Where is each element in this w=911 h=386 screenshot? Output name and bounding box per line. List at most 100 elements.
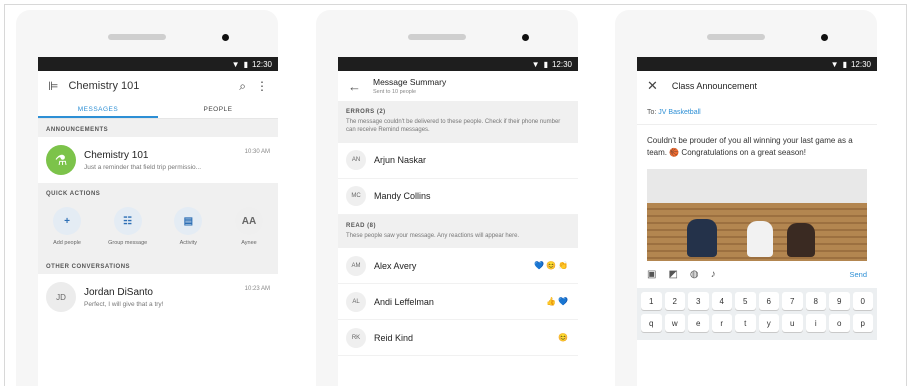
photo-person [787, 223, 815, 257]
key[interactable]: q [641, 314, 662, 332]
more-icon[interactable]: ⋮ [256, 79, 268, 93]
announcement-item[interactable]: ⚗ Chemistry 101 Just a reminder that fie… [38, 137, 278, 183]
page-title: Message Summary [373, 77, 447, 87]
key[interactable]: 6 [758, 292, 779, 310]
key[interactable]: 1 [641, 292, 662, 310]
back-arrow-icon[interactable]: ← [348, 79, 361, 94]
send-button[interactable]: Send [849, 270, 867, 279]
key[interactable]: 3 [688, 292, 709, 310]
recipient-field[interactable]: To: JV Basketball [637, 101, 877, 125]
quick-action-add-people[interactable]: + Add people [44, 207, 90, 246]
key[interactable]: 2 [664, 292, 685, 310]
conversation-time: 10:23 AM [244, 286, 270, 292]
phone-message-summary: ▼ ▮ 12:30 ← Message Summary Sent to 10 p… [316, 10, 578, 386]
search-icon[interactable]: ⌕ [239, 79, 246, 94]
reactions: 👍💙 [546, 297, 570, 307]
app-bar: ← Message Summary Sent to 10 people [338, 71, 578, 101]
conversation-name: Jordan DiSanto [84, 286, 153, 298]
status-time: 12:30 [551, 59, 572, 69]
key[interactable]: 4 [711, 292, 732, 310]
key[interactable]: r [711, 314, 732, 332]
image-icon[interactable]: ▣ [647, 269, 656, 280]
conversation-item[interactable]: JD Jordan DiSanto Perfect, I will give t… [38, 274, 278, 320]
announcements-header: ANNOUNCEMENTS [38, 119, 278, 137]
wifi-icon: ▼ [830, 59, 839, 69]
quick-action-label: Group message [108, 240, 148, 246]
tab-bar: MESSAGES PEOPLE [38, 101, 278, 119]
photo-person [747, 221, 773, 257]
conversation-preview: Just a reminder that field trip permissi… [84, 163, 202, 171]
key[interactable]: e [688, 314, 709, 332]
person-name: Andi Leffelman [374, 296, 434, 307]
person-row[interactable]: RK Reid Kind 😊 [338, 320, 578, 357]
status-bar: ▼ ▮ 12:30 [637, 57, 877, 71]
status-bar: ▼ ▮ 12:30 [38, 57, 278, 71]
photo-person [687, 219, 717, 257]
key[interactable]: i [805, 314, 826, 332]
status-bar: ▼ ▮ 12:30 [338, 57, 578, 71]
key[interactable]: t [735, 314, 756, 332]
attached-photo[interactable] [647, 169, 867, 261]
person-row[interactable]: AL Andi Leffelman 👍💙 [338, 284, 578, 321]
person-row[interactable]: AM Alex Avery 💙😊👏 [338, 248, 578, 285]
person-row[interactable]: MC Mandy Collins [338, 178, 578, 215]
wifi-icon: ▼ [531, 59, 540, 69]
battery-icon: ▮ [842, 59, 847, 69]
battery-icon: ▮ [243, 59, 248, 69]
key[interactable]: 8 [805, 292, 826, 310]
avatar: RK [346, 327, 366, 348]
compose-toolbar: ▣ ◩ ◍ ♪ Send [637, 261, 877, 288]
person-row[interactable]: AN Arjun Naskar [338, 142, 578, 179]
errors-description: The message couldn't be delivered to the… [346, 119, 561, 134]
battery-icon: ▮ [543, 59, 548, 69]
add-person-icon: + [53, 207, 81, 235]
initials-avatar: AA [234, 207, 263, 235]
conversation-time: 10:30 AM [244, 149, 270, 155]
errors-header: ERRORS (2) [346, 109, 386, 115]
speaker [408, 34, 466, 40]
class-icon[interactable]: ⊫ [48, 79, 58, 93]
status-time: 12:30 [850, 59, 871, 69]
close-icon[interactable]: ✕ [647, 78, 658, 94]
key[interactable]: o [829, 314, 850, 332]
quick-action-activity[interactable]: ▤ Activity [165, 207, 211, 246]
to-label: To: [647, 109, 657, 116]
key[interactable]: y [758, 314, 779, 332]
key[interactable]: w [664, 314, 685, 332]
phone-messages: ▼ ▮ 12:30 ⊫ Chemistry 101 ⌕ ⋮ MESSAGES P… [16, 10, 278, 386]
page-title: Class Announcement [671, 81, 757, 91]
keyboard-row-numbers: 1 2 3 4 5 6 7 8 9 0 [641, 292, 873, 310]
keyboard: 1 2 3 4 5 6 7 8 9 0 q w e r t y u i o p [637, 288, 877, 340]
reactions: 💙😊👏 [534, 261, 570, 271]
sticker-icon[interactable]: ◩ [668, 269, 677, 280]
person-name: Mandy Collins [374, 191, 431, 202]
quick-actions: + Add people ☷ Group message ▤ Activity … [38, 201, 278, 256]
photo-wall [647, 169, 867, 203]
globe-icon[interactable]: ◍ [690, 269, 699, 280]
quick-action-label: Add people [53, 240, 81, 246]
message-body[interactable]: Couldn't be prouder of you all winning y… [637, 125, 877, 169]
key[interactable]: u [782, 314, 803, 332]
key[interactable]: p [852, 314, 873, 332]
read-description: These people saw your message. Any react… [346, 232, 520, 239]
read-section: READ (8) These people saw your message. … [338, 214, 578, 249]
tab-people[interactable]: PEOPLE [158, 101, 278, 118]
screen-message-summary: ▼ ▮ 12:30 ← Message Summary Sent to 10 p… [338, 57, 578, 386]
flask-icon: ⚗ [46, 145, 76, 175]
speaker [707, 34, 765, 40]
key[interactable]: 7 [782, 292, 803, 310]
quick-action-group-message[interactable]: ☷ Group message [105, 207, 151, 246]
recipient-group[interactable]: JV Basketball [658, 109, 700, 116]
speaker [108, 34, 166, 40]
key[interactable]: 0 [852, 292, 873, 310]
microphone-icon[interactable]: ♪ [711, 269, 716, 280]
avatar: JD [46, 282, 76, 312]
app-bar: ⊫ Chemistry 101 ⌕ ⋮ [38, 71, 278, 101]
key[interactable]: 9 [829, 292, 850, 310]
key[interactable]: 5 [735, 292, 756, 310]
avatar: MC [346, 186, 366, 207]
tab-messages[interactable]: MESSAGES [38, 101, 158, 118]
quick-action-aynee[interactable]: AA Aynee [226, 207, 272, 246]
quick-action-label: Aynee [241, 240, 257, 246]
screen-messages: ▼ ▮ 12:30 ⊫ Chemistry 101 ⌕ ⋮ MESSAGES P… [38, 57, 278, 386]
